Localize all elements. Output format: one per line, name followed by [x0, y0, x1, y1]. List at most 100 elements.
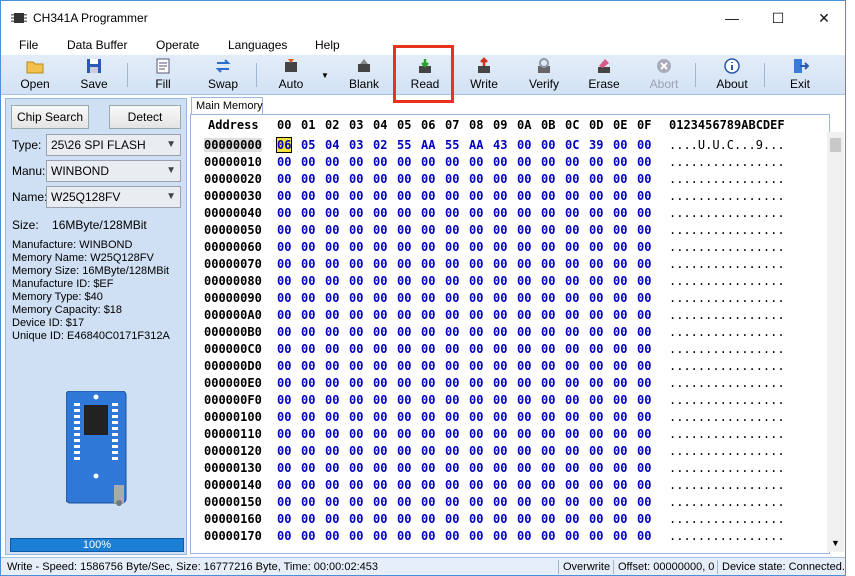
close-button[interactable]: ✕ — [801, 1, 845, 35]
hex-byte[interactable]: 00 — [325, 342, 339, 356]
hex-byte[interactable]: 00 — [493, 359, 507, 373]
hex-row[interactable]: 00000050 00 00 00 00 00 00 00 00 00 00 00 00 00 00 00 00… — [191, 222, 829, 239]
hex-byte[interactable]: 00 — [565, 529, 579, 543]
hex-byte[interactable]: 00 — [565, 274, 579, 288]
ascii-text[interactable]: ................ — [669, 495, 785, 509]
hex-byte[interactable]: 00 — [397, 410, 411, 424]
hex-byte[interactable]: 55 — [445, 138, 459, 152]
open-button[interactable]: Open — [9, 56, 61, 94]
hex-row[interactable]: 000000B0 00 00 00 00 00 00 00 00 00 00 00 00 00 00 00 00… — [191, 324, 829, 341]
hex-row[interactable]: 00000030 00 00 00 00 00 00 00 00 00 00 00 00 00 00 00 00… — [191, 188, 829, 205]
hex-byte[interactable]: 00 — [445, 512, 459, 526]
scroll-down-icon[interactable]: ▼ — [831, 538, 840, 548]
ascii-text[interactable]: ................ — [669, 393, 785, 407]
hex-byte[interactable]: 00 — [565, 325, 579, 339]
hex-byte[interactable]: 00 — [637, 138, 651, 152]
hex-byte[interactable]: 00 — [541, 172, 555, 186]
hex-byte[interactable]: 00 — [517, 223, 531, 237]
hex-byte[interactable]: 00 — [637, 427, 651, 441]
hex-byte[interactable]: 00 — [517, 410, 531, 424]
hex-byte[interactable]: 00 — [613, 223, 627, 237]
hex-byte[interactable]: 00 — [373, 461, 387, 475]
hex-byte[interactable]: 00 — [373, 529, 387, 543]
hex-byte[interactable]: 00 — [325, 410, 339, 424]
hex-byte[interactable]: 00 — [301, 155, 315, 169]
hex-byte[interactable]: 00 — [277, 393, 291, 407]
hex-byte[interactable]: 00 — [421, 342, 435, 356]
hex-byte[interactable]: AA — [421, 138, 435, 152]
hex-byte[interactable]: 00 — [613, 257, 627, 271]
hex-byte[interactable]: 00 — [589, 155, 603, 169]
ascii-text[interactable]: ....U.U.C...9... — [669, 138, 785, 152]
hex-byte[interactable]: 00 — [541, 155, 555, 169]
hex-byte[interactable]: 00 — [517, 240, 531, 254]
hex-byte[interactable]: 00 — [469, 393, 483, 407]
hex-byte[interactable]: 00 — [301, 529, 315, 543]
hex-byte[interactable]: 00 — [565, 495, 579, 509]
hex-byte[interactable]: 00 — [397, 325, 411, 339]
ascii-text[interactable]: ................ — [669, 274, 785, 288]
ascii-text[interactable]: ................ — [669, 223, 785, 237]
hex-byte[interactable]: 00 — [541, 274, 555, 288]
hex-byte[interactable]: 00 — [445, 376, 459, 390]
hex-byte[interactable]: 00 — [637, 495, 651, 509]
hex-byte[interactable]: 00 — [445, 478, 459, 492]
hex-byte[interactable]: 00 — [445, 257, 459, 271]
hex-byte[interactable]: 00 — [517, 291, 531, 305]
hex-byte[interactable]: 00 — [445, 274, 459, 288]
hex-byte[interactable]: 00 — [373, 342, 387, 356]
hex-byte[interactable]: 00 — [565, 291, 579, 305]
hex-byte[interactable]: 00 — [469, 376, 483, 390]
ascii-text[interactable]: ................ — [669, 359, 785, 373]
hex-byte[interactable]: 00 — [589, 240, 603, 254]
vertical-scrollbar[interactable]: ▼ — [827, 132, 844, 552]
hex-row[interactable]: 00000060 00 00 00 00 00 00 00 00 00 00 00 00 00 00 00 00… — [191, 239, 829, 256]
menu-operate[interactable]: Operate — [156, 38, 199, 52]
hex-byte[interactable]: 00 — [421, 308, 435, 322]
hex-byte[interactable]: 00 — [589, 529, 603, 543]
hex-byte[interactable]: 00 — [541, 495, 555, 509]
hex-byte[interactable]: 00 — [421, 206, 435, 220]
hex-byte[interactable]: 00 — [301, 393, 315, 407]
hex-byte[interactable]: 00 — [301, 274, 315, 288]
hex-byte[interactable]: 00 — [373, 257, 387, 271]
hex-byte[interactable]: 00 — [373, 223, 387, 237]
hex-byte[interactable]: 00 — [541, 325, 555, 339]
abort-button[interactable]: Abort — [638, 56, 690, 94]
hex-byte[interactable]: 00 — [637, 155, 651, 169]
hex-byte[interactable]: 00 — [397, 257, 411, 271]
hex-byte[interactable]: 00 — [565, 257, 579, 271]
hex-byte[interactable]: 00 — [517, 444, 531, 458]
type-select[interactable]: 25\26 SPI FLASH ▼ — [46, 134, 181, 156]
hex-byte[interactable]: 00 — [277, 444, 291, 458]
hex-byte[interactable]: 00 — [469, 206, 483, 220]
hex-byte[interactable]: 00 — [613, 359, 627, 373]
minimize-button[interactable]: — — [709, 1, 755, 35]
hex-byte[interactable]: 00 — [637, 172, 651, 186]
ascii-text[interactable]: ................ — [669, 342, 785, 356]
hex-byte[interactable]: 00 — [277, 325, 291, 339]
hex-byte[interactable]: 00 — [349, 342, 363, 356]
menu-languages[interactable]: Languages — [228, 38, 287, 52]
hex-byte[interactable]: 00 — [589, 512, 603, 526]
ascii-text[interactable]: ................ — [669, 376, 785, 390]
hex-byte[interactable]: 00 — [277, 274, 291, 288]
hex-byte[interactable]: 00 — [277, 410, 291, 424]
hex-byte[interactable]: 00 — [493, 206, 507, 220]
hex-byte[interactable]: 00 — [613, 376, 627, 390]
hex-byte[interactable]: 00 — [445, 206, 459, 220]
hex-byte[interactable]: 00 — [541, 138, 555, 152]
hex-row[interactable]: 00000090 00 00 00 00 00 00 00 00 00 00 00 00 00 00 00 00… — [191, 290, 829, 307]
chip-search-button[interactable]: Chip Search — [11, 105, 89, 129]
hex-byte[interactable]: 00 — [445, 529, 459, 543]
hex-byte[interactable]: 00 — [613, 172, 627, 186]
hex-byte[interactable]: 00 — [517, 512, 531, 526]
hex-byte[interactable]: 00 — [613, 138, 627, 152]
hex-byte[interactable]: 00 — [421, 478, 435, 492]
hex-byte[interactable]: 00 — [349, 359, 363, 373]
hex-byte[interactable]: 00 — [517, 529, 531, 543]
swap-button[interactable]: Swap — [197, 56, 249, 94]
hex-byte[interactable]: 00 — [613, 427, 627, 441]
hex-byte[interactable]: 00 — [301, 172, 315, 186]
hex-byte[interactable]: 00 — [301, 206, 315, 220]
